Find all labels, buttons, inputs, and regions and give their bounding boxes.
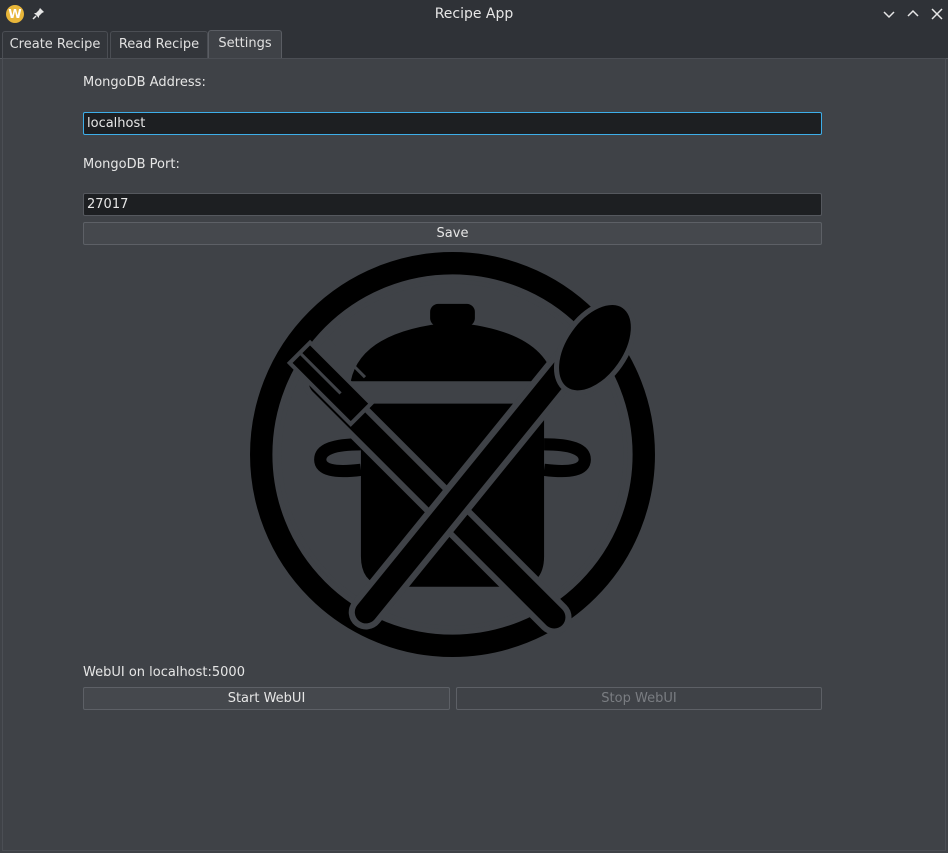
start-webui-button[interactable]: Start WebUI <box>83 687 450 710</box>
save-button[interactable]: Save <box>83 222 822 245</box>
mongodb-address-input[interactable]: localhost <box>83 112 822 135</box>
tab-create-recipe[interactable]: Create Recipe <box>2 31 108 58</box>
chevron-up-icon[interactable] <box>904 5 922 23</box>
app-window: W Recipe App Create Recipe Read Recipe S… <box>0 0 948 853</box>
window-title: Recipe App <box>434 6 514 22</box>
tab-settings[interactable]: Settings <box>208 30 282 59</box>
mongodb-port-input[interactable]: 27017 <box>83 193 822 216</box>
pot-fork-spoon-logo <box>250 252 655 657</box>
mongodb-address-label: MongoDB Address: <box>83 75 206 90</box>
tab-bar: Create Recipe Read Recipe Settings <box>0 29 948 59</box>
mongodb-port-label: MongoDB Port: <box>83 157 180 172</box>
close-icon[interactable] <box>928 5 946 23</box>
chevron-down-icon[interactable] <box>880 5 898 23</box>
title-bar[interactable]: W Recipe App <box>0 0 948 29</box>
stop-webui-button: Stop WebUI <box>456 687 822 710</box>
webui-status-label: WebUI on localhost:5000 <box>83 665 245 680</box>
tab-read-recipe[interactable]: Read Recipe <box>110 31 208 58</box>
